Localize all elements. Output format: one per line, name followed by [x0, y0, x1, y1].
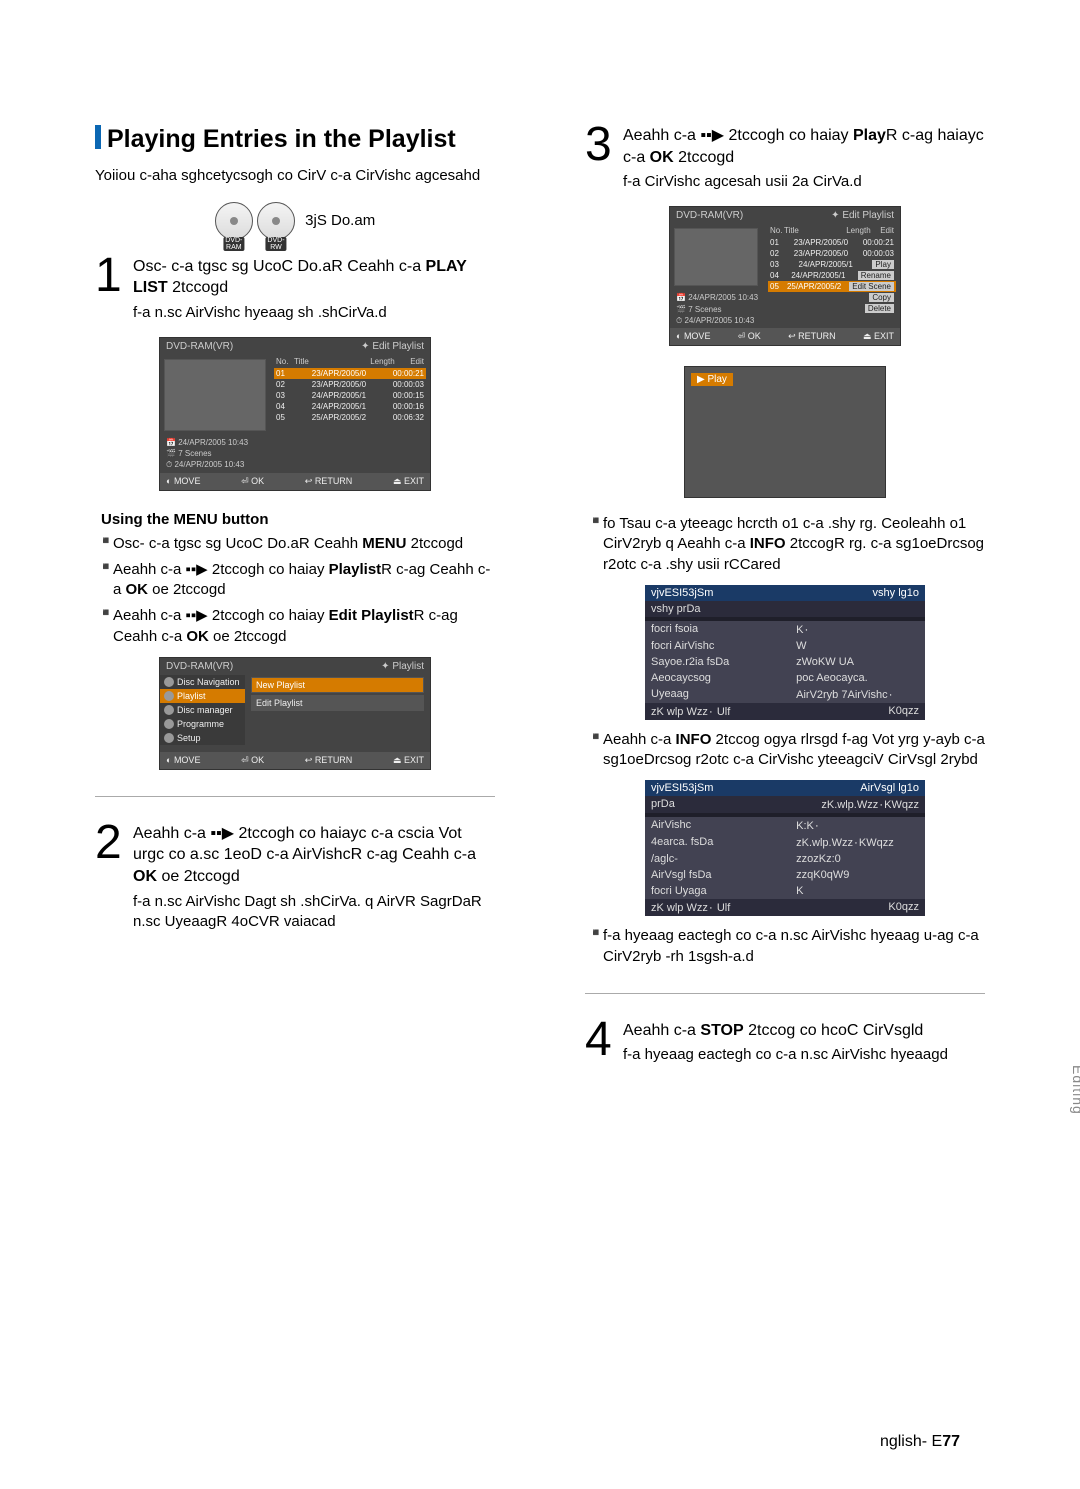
- dvd-ram-icon: DVD-RAM: [215, 202, 253, 240]
- side-item[interactable]: Programme: [160, 717, 245, 731]
- osd-row[interactable]: 05 25/APR/2005/2 00:06:32: [274, 412, 426, 423]
- osd-thumbnail: [674, 228, 758, 286]
- step-4-number: 4: [585, 1020, 615, 1060]
- step-4: 4 Aeahh c-a STOP 2tccog co hcoC CirVsgld…: [585, 1020, 985, 1066]
- panel-row[interactable]: New Playlist: [251, 677, 424, 693]
- osd-menu: DVD-RAM(VR)✦ Playlist Disc Navigation Pl…: [159, 657, 431, 770]
- ctx-delete[interactable]: Delete: [865, 304, 894, 313]
- section-description: Yoiiou c-aha sghcetycsogh co CirV c-a Ci…: [95, 166, 495, 186]
- playing-info-table: vjvESI53jSmAirVsgl lg1o prDazK.wlp.Wzz٠K…: [645, 780, 925, 916]
- playback-preview: ▶ Play: [684, 366, 886, 498]
- info-bullet: ◾f-a hyeaag eactegh co c-a n.sc AirVishc…: [589, 926, 985, 967]
- ctx-rename[interactable]: Rename: [858, 271, 894, 280]
- title-accent-bar: [95, 125, 101, 149]
- osd-edit-playlist-1: DVD-RAM(VR)✦ Edit Playlist 📅 24/APR/2005…: [159, 337, 431, 491]
- page-number: nglish- E77: [880, 1433, 960, 1451]
- menu-bullet: ◾Aeahh c-a ▪▪▶ 2tccogh co haiay Edit Pla…: [99, 606, 495, 647]
- ctx-copy[interactable]: Copy: [869, 293, 894, 302]
- step-2-number: 2: [95, 823, 125, 863]
- step-3-note: f-a CirVishc agcesah usii 2a CirVa.d: [623, 172, 985, 192]
- panel-row[interactable]: Edit Playlist: [251, 695, 424, 711]
- side-item[interactable]: Disc Navigation: [160, 675, 245, 689]
- media-icons: DVD-RAM DVD-RW 3jS Do.am: [95, 202, 495, 240]
- play-badge: ▶ Play: [691, 373, 733, 386]
- osd-row[interactable]: 01 23/APR/2005/0 00:00:21: [274, 368, 426, 379]
- step-3: 3 Aeahh c-a ▪▪▶ 2tccogh co haiay PlayR c…: [585, 125, 985, 192]
- section-side-tab: Editing: [1070, 1065, 1080, 1115]
- osd-row[interactable]: 04 24/APR/2005/1 00:00:16: [274, 401, 426, 412]
- media-note: 3jS Do.am: [305, 212, 375, 229]
- menu-bullet: ◾Aeahh c-a ▪▪▶ 2tccogh co haiay Playlist…: [99, 560, 495, 601]
- step-2: 2 Aeahh c-a ▪▪▶ 2tccogh co haiayc c-a cs…: [95, 823, 495, 932]
- osd-row[interactable]: 03 24/APR/2005/1 00:00:15: [274, 390, 426, 401]
- menu-bullet: ◾Osc- c-a tgsc sg UcoC Do.aR Ceahh MENU …: [99, 534, 495, 554]
- section-title-text: Playing Entries in the Playlist: [107, 125, 456, 153]
- dvd-rw-icon: DVD-RW: [257, 202, 295, 240]
- ctx-play[interactable]: Play: [872, 260, 894, 269]
- info-bullet: ◾fo Tsau c-a yteeagc hcrcth o1 c-a .shy …: [589, 514, 985, 575]
- step-1: 1 Osc- c-a tgsc sg UcoC Do.aR Ceahh c-a …: [95, 256, 495, 323]
- side-item[interactable]: Setup: [160, 731, 245, 745]
- side-item[interactable]: Playlist: [160, 689, 245, 703]
- step-1-number: 1: [95, 256, 125, 296]
- ctx-editscene[interactable]: Edit Scene: [849, 282, 894, 291]
- step-3-number: 3: [585, 125, 615, 165]
- divider: [95, 796, 495, 797]
- osd-thumbnail: [164, 359, 266, 431]
- step-4-note: f-a hyeaag eactegh co c-a n.sc AirVishc …: [623, 1045, 985, 1065]
- divider: [585, 993, 985, 994]
- side-item[interactable]: Disc manager: [160, 703, 245, 717]
- info-bullet: ◾Aeahh c-a INFO 2tccog ogya rlrsgd f-ag …: [589, 730, 985, 771]
- menu-subhead: Using the MENU button: [101, 511, 495, 528]
- osd-edit-playlist-2: DVD-RAM(VR)✦ Edit Playlist 📅 24/APR/2005…: [669, 206, 901, 346]
- step-2-note: f-a n.sc AirVishc Dagt sh .shCirVa. q Ai…: [133, 892, 495, 933]
- step-1-note: f-a n.sc AirVishc hyeaag sh .shCirVa.d: [133, 303, 495, 323]
- osd-row[interactable]: 02 23/APR/2005/0 00:00:03: [274, 379, 426, 390]
- disc-info-table: vjvESI53jSmvshy lg1o vshy prDa focri fso…: [645, 585, 925, 720]
- section-title: Playing Entries in the Playlist: [95, 125, 495, 154]
